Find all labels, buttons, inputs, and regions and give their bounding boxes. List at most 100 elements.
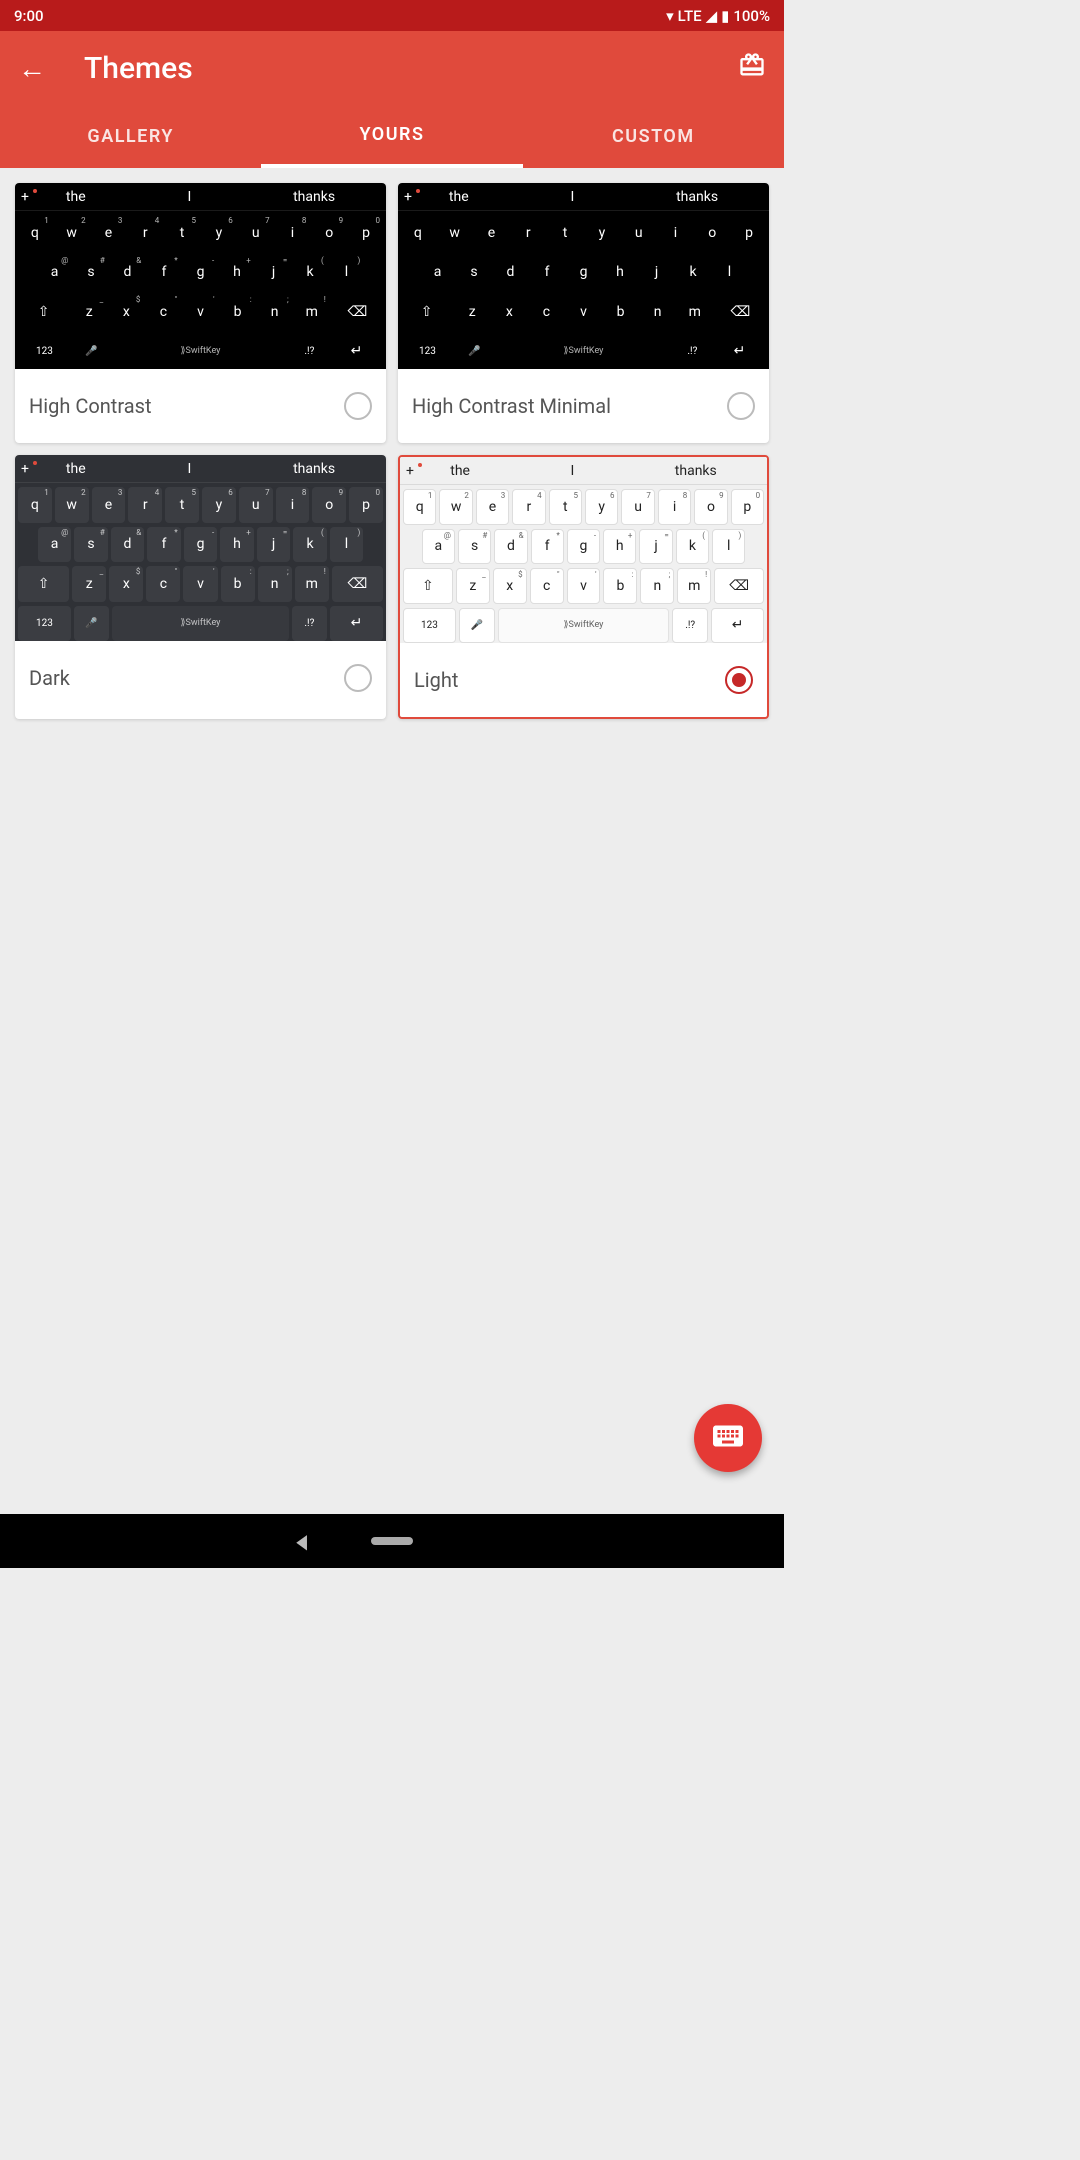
key: b (604, 294, 638, 330)
key: a (421, 255, 455, 291)
key: -g (184, 527, 218, 563)
key: 5t (165, 487, 199, 523)
key: "c (530, 568, 564, 604)
radio-unchecked[interactable] (344, 392, 372, 420)
key: _z (72, 294, 106, 330)
keyboard-preview: + the I thanks 1q2w3e4r5t6y7u8i9o0p@a#s&… (15, 183, 386, 369)
plus-icon: + (21, 461, 29, 477)
numbers-key: 123 (403, 608, 456, 644)
key: )l (330, 527, 364, 563)
key: =j (639, 529, 672, 565)
key: l (713, 255, 747, 291)
key: 0p (349, 487, 383, 523)
key: *f (531, 529, 564, 565)
theme-card-light[interactable]: + the I thanks 1q2w3e4r5t6y7u8i9o0p@a#s&… (398, 455, 769, 719)
space-key: ⟫SwiftKey (498, 608, 670, 644)
key: 3e (92, 215, 126, 251)
key: 4r (128, 215, 162, 251)
page-title: Themes (84, 51, 738, 86)
tab-gallery[interactable]: GALLERY (0, 105, 261, 168)
space-key: ⟫SwiftKey (112, 606, 289, 642)
numbers-key: 123 (401, 334, 454, 370)
key: +h (220, 255, 254, 291)
key: _z (456, 568, 490, 604)
keyboard-icon (710, 1418, 746, 1458)
nav-home-icon[interactable] (371, 1537, 413, 1545)
key: z (455, 294, 489, 330)
theme-label: High Contrast (29, 394, 151, 418)
key: t (548, 215, 582, 251)
plus-icon: + (406, 463, 414, 479)
key: 2w (439, 489, 472, 525)
key: -g (184, 255, 218, 291)
tab-yours[interactable]: YOURS (261, 105, 522, 168)
key: 4r (512, 489, 545, 525)
keyboard-fab[interactable] (694, 1404, 762, 1472)
nav-back-icon[interactable]: ◀ (297, 1529, 308, 1553)
key: &d (494, 529, 527, 565)
key: ;n (258, 566, 292, 602)
numbers-key: 123 (18, 606, 71, 642)
backspace-key: ⌫ (715, 294, 766, 330)
back-icon[interactable]: ← (18, 52, 46, 85)
key: +h (220, 527, 254, 563)
keyboard-preview: + the I thanks 1q2w3e4r5t6y7u8i9o0p@a#s&… (400, 457, 767, 643)
key: 9o (312, 215, 346, 251)
tab-custom[interactable]: CUSTOM (523, 105, 784, 168)
notification-dot-icon (416, 189, 420, 193)
key: :b (221, 566, 255, 602)
punctuation-key: .!? (292, 606, 327, 642)
key: g (567, 255, 601, 291)
plus-icon: + (404, 189, 412, 205)
key: "c (146, 566, 180, 602)
radio-unchecked[interactable] (727, 392, 755, 420)
key: u (622, 215, 656, 251)
keyboard-preview: + the I thanks qwertyuiopasdfghjkl⇧zxcvb… (398, 183, 769, 369)
key: 2w (55, 215, 89, 251)
key: m (678, 294, 712, 330)
battery-label: 100% (733, 7, 770, 25)
key: 3e (476, 489, 509, 525)
key: 0p (349, 215, 383, 251)
space-key: ⟫SwiftKey (112, 334, 289, 370)
key: @a (38, 527, 72, 563)
status-right: ▾ LTE ◢ ▮ 100% (666, 7, 770, 25)
key: (k (676, 529, 709, 565)
key: "c (146, 294, 180, 330)
enter-key: ↵ (711, 608, 764, 644)
radio-checked[interactable] (725, 666, 753, 694)
key: ;n (640, 568, 674, 604)
key: 8i (276, 487, 310, 523)
key: q (401, 215, 435, 251)
key: :b (603, 568, 637, 604)
status-time: 9:00 (14, 7, 44, 25)
key: !m (295, 294, 329, 330)
shift-key: ⇧ (401, 294, 452, 330)
key: )l (330, 255, 364, 291)
key: !m (295, 566, 329, 602)
theme-card-dark[interactable]: + the I thanks 1q2w3e4r5t6y7u8i9o0p@a#s&… (15, 455, 386, 719)
key: 3e (92, 487, 126, 523)
battery-icon: ▮ (721, 7, 729, 25)
enter-key: ↵ (713, 334, 766, 370)
key: 2w (55, 487, 89, 523)
key: 'v (567, 568, 601, 604)
gift-icon[interactable] (738, 51, 766, 86)
key: 'v (183, 294, 217, 330)
key: 6y (585, 489, 618, 525)
key: e (475, 215, 509, 251)
key: *f (147, 255, 181, 291)
theme-card-high-contrast[interactable]: + the I thanks 1q2w3e4r5t6y7u8i9o0p@a#s&… (15, 183, 386, 443)
key: r (511, 215, 545, 251)
key: 8i (276, 215, 310, 251)
key: j (640, 255, 674, 291)
radio-unchecked[interactable] (344, 664, 372, 692)
network-label: LTE (678, 7, 702, 25)
theme-card-high-contrast-minimal[interactable]: + the I thanks qwertyuiopasdfghjkl⇧zxcvb… (398, 183, 769, 443)
key: 8i (658, 489, 691, 525)
key: 1q (403, 489, 436, 525)
key: 9o (694, 489, 727, 525)
key: &d (111, 255, 145, 291)
backspace-key: ⌫ (332, 566, 383, 602)
key: _z (72, 566, 106, 602)
